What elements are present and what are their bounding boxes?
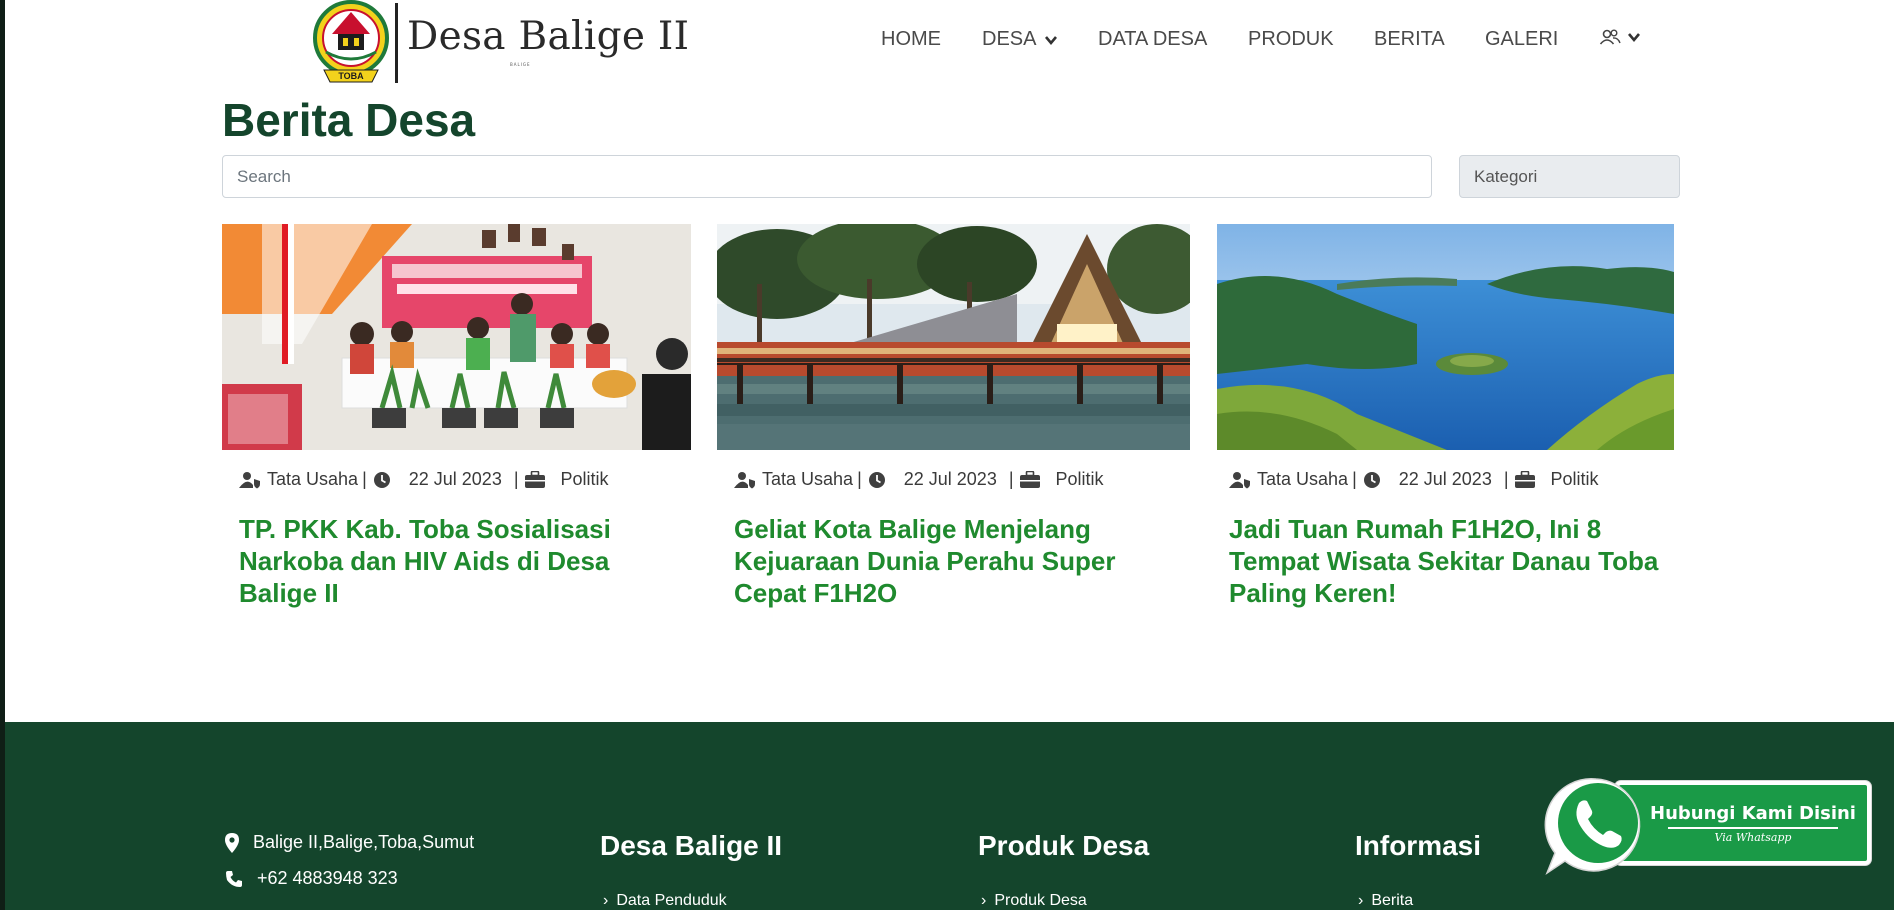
- lakeside-pier-photo[interactable]: [717, 224, 1190, 450]
- map-marker-icon: [225, 832, 239, 853]
- nav-home-label: HOME: [881, 28, 941, 50]
- page-title: Berita Desa: [222, 94, 476, 146]
- card-category[interactable]: Politik: [561, 469, 609, 490]
- page: TOBA Desa Balige II BALIGE HOME DESA DAT…: [5, 0, 1894, 910]
- nav-data-desa-label: DATA DESA: [1098, 28, 1208, 50]
- nav-desa-label: DESA: [982, 28, 1037, 50]
- footer-link-berita[interactable]: › Berita: [1358, 892, 1413, 910]
- footer-heading-desa: Desa Balige II: [600, 830, 783, 861]
- clock-icon: [868, 471, 885, 488]
- briefcase-icon: [1019, 471, 1040, 488]
- card-meta: Tata Usaha | 22 Jul 2023 | Politik: [1229, 469, 1599, 490]
- card-date: 22 Jul 2023: [1398, 469, 1492, 489]
- chevron-down-icon: [1045, 35, 1058, 45]
- whatsapp-underline: [1668, 827, 1838, 829]
- card-author: Tata Usaha: [267, 469, 359, 489]
- card-title[interactable]: Jadi Tuan Rumah F1H2O, Ini 8 Tempat Wisa…: [1229, 513, 1659, 609]
- nav-home[interactable]: HOME: [881, 28, 941, 51]
- card-date: 22 Jul 2023: [903, 469, 997, 489]
- card-date: 22 Jul 2023: [408, 469, 502, 489]
- nav-galeri[interactable]: GALERI: [1485, 28, 1558, 51]
- meta-separator: |: [1503, 469, 1509, 489]
- meta-separator: |: [1352, 469, 1357, 489]
- chevron-down-icon: [1628, 33, 1640, 43]
- footer-address: Balige II,Balige,Toba,Sumut: [225, 832, 474, 853]
- card-author: Tata Usaha: [762, 469, 854, 489]
- phone-icon: [226, 870, 242, 887]
- card-category[interactable]: Politik: [1056, 469, 1104, 490]
- nav-produk-label: PRODUK: [1248, 28, 1334, 50]
- meeting-photo[interactable]: [222, 224, 691, 450]
- meta-separator: |: [362, 469, 367, 489]
- card-title[interactable]: Geliat Kota Balige Menjelang Kejuaraan D…: [734, 513, 1164, 609]
- footer-link-produk-desa[interactable]: › Produk Desa: [981, 892, 1087, 910]
- news-card[interactable]: Tata Usaha | 22 Jul 2023 | Politik TP. P…: [222, 224, 691, 608]
- chevron-right-icon: ›: [1358, 892, 1364, 909]
- main-nav: HOME DESA DATA DESA PRODUK BERITA GALERI: [5, 28, 1894, 58]
- card-author: Tata Usaha: [1257, 469, 1349, 489]
- card-title[interactable]: TP. PKK Kab. Toba Sosialisasi Narkoba da…: [239, 513, 669, 609]
- news-card[interactable]: Tata Usaha | 22 Jul 2023 | Politik Gelia…: [717, 224, 1190, 608]
- briefcase-icon: [1514, 471, 1535, 488]
- clock-icon: [1363, 471, 1380, 488]
- card-meta: Tata Usaha | 22 Jul 2023 | Politik: [734, 469, 1104, 490]
- chevron-right-icon: ›: [603, 892, 609, 909]
- lake-toba-photo[interactable]: [1217, 224, 1674, 450]
- logo-subtext: BALIGE: [510, 62, 531, 67]
- nav-berita[interactable]: BERITA: [1374, 28, 1445, 51]
- footer-heading-informasi: Informasi: [1355, 830, 1482, 861]
- kategori-label: Kategori: [1474, 166, 1538, 186]
- card-category[interactable]: Politik: [1551, 469, 1599, 490]
- nav-produk[interactable]: PRODUK: [1248, 28, 1334, 51]
- users-icon: [1599, 29, 1621, 45]
- footer-phone-text: +62 4883948 323: [257, 868, 398, 888]
- chevron-right-icon: ›: [981, 892, 987, 909]
- briefcase-icon: [524, 471, 545, 488]
- whatsapp-sublabel: Via Whatsapp: [1714, 831, 1792, 844]
- whatsapp-contact-button[interactable]: Hubungi Kami Disini Via Whatsapp: [1543, 773, 1875, 880]
- footer-heading-produk: Produk Desa: [978, 830, 1150, 861]
- nav-galeri-label: GALERI: [1485, 28, 1559, 50]
- meta-separator: |: [857, 469, 862, 489]
- svg-text:TOBA: TOBA: [338, 71, 364, 81]
- user-shield-icon: [1229, 471, 1250, 488]
- nav-berita-label: BERITA: [1374, 28, 1445, 50]
- footer-link-data-penduduk[interactable]: › Data Penduduk: [603, 892, 727, 910]
- nav-data-desa[interactable]: DATA DESA: [1098, 28, 1207, 51]
- clock-icon: [373, 471, 390, 488]
- user-shield-icon: [239, 471, 260, 488]
- footer-phone: +62 4883948 323: [225, 868, 398, 889]
- meta-separator: |: [1008, 469, 1014, 489]
- card-meta: Tata Usaha | 22 Jul 2023 | Politik: [239, 469, 609, 490]
- search-input[interactable]: [222, 155, 1432, 198]
- whatsapp-label: Hubungi Kami Disini: [1650, 803, 1856, 824]
- user-shield-icon: [734, 471, 755, 488]
- nav-user-menu[interactable]: [1599, 28, 1641, 46]
- kategori-select[interactable]: Kategori: [1459, 155, 1680, 198]
- news-card[interactable]: Tata Usaha | 22 Jul 2023 | Politik Jadi …: [1217, 224, 1674, 608]
- meta-separator: |: [513, 469, 519, 489]
- nav-desa[interactable]: DESA: [982, 28, 1058, 51]
- whatsapp-icon: [1544, 778, 1641, 875]
- footer-address-text: Balige II,Balige,Toba,Sumut: [253, 832, 475, 852]
